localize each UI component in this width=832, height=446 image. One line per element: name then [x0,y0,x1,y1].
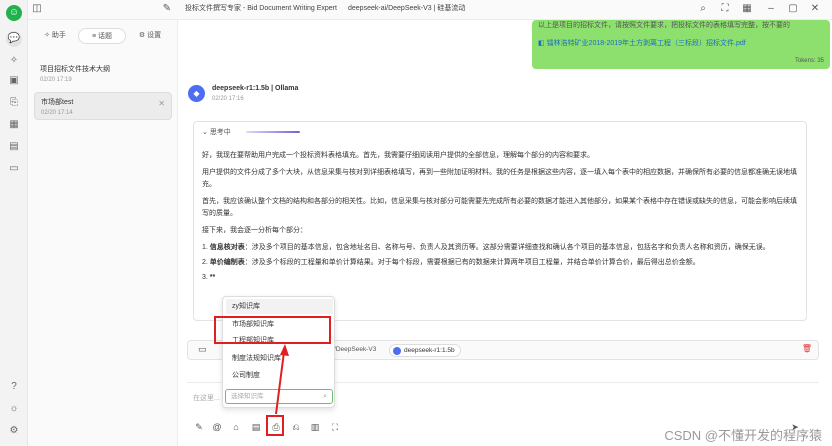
thinking-progress-bar [246,131,300,133]
list-item: 3. ** [202,274,216,281]
analysis-list: 1. 信息核对表：涉及多个项目的基本信息，包含地址名目、名称与号、负责人及其资历… [202,242,798,284]
topic-item[interactable]: 项目招标文件技术大纲 02/20 17:19 [34,60,172,88]
sidebar-tabs: ✧ 助手 ≡ 话题 ⚙ 设置 [34,28,172,44]
token-count: Tokens: 35 [794,58,824,64]
attached-file[interactable]: ◧ 镭林浩特矿业2018-2019年土方剥离工程（三标段）招标文件.pdf [538,38,746,48]
fullscreen-icon[interactable]: ⛶ [718,2,732,16]
topic-item-selected[interactable]: 市场部test 02/20 17:14 ✕ [34,92,172,120]
thinking-toggle[interactable]: ⌄ 思考中 [202,127,231,137]
model-chip-1[interactable]: ai/DeepSeek-V3 [329,346,376,353]
settings-icon[interactable]: ⚙ [7,424,21,438]
tab-topics[interactable]: ≡ 话题 [78,28,126,44]
paragraph: 接下来，我会逐一分析每个部分： [202,227,307,234]
close-icon[interactable]: ✕ [158,99,165,108]
paragraph: 好，我现在要帮助用户完成一个投标资料表格填充。首先，我需要仔细阅读用户提供的全部… [202,152,594,159]
gear-icon: ⚙ [138,32,148,39]
knowledge-icon[interactable]: ▤ [7,140,21,154]
sparkle-icon[interactable]: ✧ [7,54,21,68]
thinking-content: 好，我现在要帮助用户完成一个投标资料表格填充。首先，我需要仔细阅读用户提供的全部… [202,150,798,287]
message-input[interactable]: 在这里... [193,393,220,403]
new-chat-icon[interactable]: ✎ [160,2,174,16]
model-title[interactable]: deepseek-ai/DeepSeek-V3 | 硅基流动 [348,3,465,13]
kb-search-input[interactable]: 选择知识库 ⌕ [225,389,333,404]
highlight-box [266,415,284,436]
kb-item[interactable]: zy知识库 [226,299,333,314]
search-icon: ⌕ [323,393,327,400]
sparkle-icon: ✧ [44,32,52,39]
topic-sidebar: ✧ 助手 ≡ 话题 ⚙ 设置 项目招标文件技术大纲 02/20 17:19 市场… [28,20,178,446]
assistant-avatar: ◆ [188,85,205,102]
assistant-date: 02/20 17:16 [212,96,244,102]
user-message-text: 以上是项目的招标文件，请按照文件要求，把投标文件的表格填写完整，按不要的 [538,22,790,29]
edit-icon[interactable]: ✎ [193,421,205,433]
minimize-icon[interactable]: – [764,2,778,16]
delete-icon[interactable]: 🗑 [802,344,812,353]
top-bar: ◫ ✎ 投标文件撰写专家 - Bid Document Writing Expe… [28,0,832,20]
list-item: 2. 单价编制表：涉及多个标段的工程量和单价计算结果。对于每个标段，需要根据已有… [202,259,700,266]
mention-icon[interactable]: @ [211,421,223,433]
layout-icon[interactable]: ▦ [740,2,754,16]
chevron-down-icon: ⌄ [202,129,210,136]
attachment-icon[interactable]: ⎌ [290,421,302,433]
tab-assistant[interactable]: ✧ 助手 [34,28,76,44]
kb-item[interactable]: 公司制度 [226,368,333,383]
user-message: 以上是项目的招标文件，请按照文件要求，把投标文件的表格填写完整，按不要的 ◧ 镭… [532,20,830,69]
icon-rail: ☺ 💬 ✧ ▣ ⎘ ▦ ▤ ▭ ? ☼ ⚙ [0,0,28,446]
sidebar-toggle-icon[interactable]: ◫ [30,2,44,16]
translate-icon[interactable]: ⎘ [7,96,21,110]
close-icon[interactable]: ✕ [808,2,822,16]
folder-icon[interactable]: ▭ [198,344,207,355]
expand-icon[interactable]: ⛶ [329,421,341,433]
assistant-title[interactable]: 投标文件撰写专家 - Bid Document Writing Expert [185,3,337,13]
chat-icon[interactable]: 💬 [6,31,22,47]
apps-icon[interactable]: ▦ [7,118,21,132]
folder-icon[interactable]: ▭ [7,162,21,176]
highlight-box [214,316,331,344]
file-icon: ◧ [538,40,547,47]
tab-settings[interactable]: ⚙ 设置 [128,28,172,44]
thinking-panel: ⌄ 思考中 好，我现在要帮助用户完成一个投标资料表格填充。首先，我需要仔细阅读用… [193,121,807,321]
watermark: CSDN @不懂开发的程序猿 [664,428,822,443]
maximize-icon[interactable]: ▢ [786,2,800,16]
image-icon[interactable]: ▣ [7,74,21,88]
table-icon[interactable]: ▤ [250,421,262,433]
list-item: 1. 信息核对表：涉及多个项目的基本信息，包含地址名目、名称与号、负责人及其资历… [202,244,770,251]
theme-icon[interactable]: ☼ [7,402,21,416]
search-icon[interactable]: ⌕ [696,2,710,16]
paragraph: 用户提供的文件分成了多个大块，从信息采集与核对到详细表格填写，再到一些附加证明材… [202,169,797,188]
paragraph: 首先，我应该确认整个文档的结构和各部分的相关性。比如，信息采集与核对部分可能需要… [202,198,797,217]
kb-item[interactable]: 制度法规知识库 [226,351,333,366]
assistant-name: deepseek-r1:1.5b | Ollama [212,85,299,92]
knowledge-base-popup: zy知识库 市场部知识库 工程部知识库 制度法规知识库 公司制度 选择知识库 ⌕ [222,296,335,408]
model-logo-icon [393,347,401,355]
translate-icon[interactable]: ▥ [309,421,321,433]
model-chip-2[interactable]: deepseek-r1:1.5b [389,344,461,357]
help-icon[interactable]: ? [7,380,21,394]
user-avatar[interactable]: ☺ [6,5,22,21]
web-search-icon[interactable]: ⌂ [230,421,242,433]
